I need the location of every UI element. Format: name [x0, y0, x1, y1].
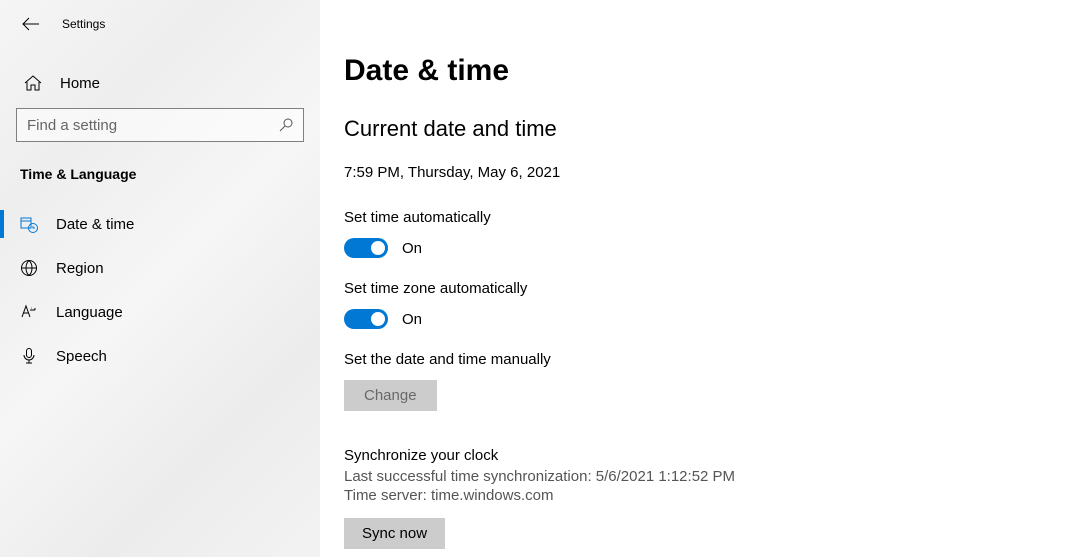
- sync-last: Last successful time synchronization: 5/…: [344, 468, 1092, 485]
- sync-now-button[interactable]: Sync now: [344, 518, 445, 549]
- page-title: Date & time: [344, 54, 1092, 88]
- manual-label: Set the date and time manually: [344, 351, 1092, 368]
- nav-item-region[interactable]: Region: [0, 246, 320, 290]
- auto-time-toggle[interactable]: [344, 238, 388, 258]
- titlebar: Settings: [0, 0, 320, 48]
- globe-icon: [20, 259, 38, 277]
- nav-item-speech[interactable]: Speech: [0, 334, 320, 378]
- auto-tz-toggle[interactable]: [344, 309, 388, 329]
- auto-tz-label: Set time zone automatically: [344, 280, 1092, 297]
- auto-time-label: Set time automatically: [344, 209, 1092, 226]
- home-icon: [24, 75, 42, 91]
- sidebar: Settings Home Find a setting Time & Lang…: [0, 0, 320, 557]
- back-icon[interactable]: [22, 17, 40, 31]
- auto-time-state: On: [402, 240, 422, 257]
- content: Date & time Current date and time 7:59 P…: [344, 54, 1092, 549]
- nav-list: Date & time Region Language: [0, 202, 320, 378]
- search-placeholder: Find a setting: [27, 117, 279, 134]
- current-datetime: 7:59 PM, Thursday, May 6, 2021: [344, 164, 1092, 181]
- window-title: Settings: [62, 17, 105, 31]
- change-button: Change: [344, 380, 437, 411]
- calendar-clock-icon: [20, 215, 38, 233]
- nav-label: Region: [56, 260, 104, 277]
- nav-label: Date & time: [56, 216, 134, 233]
- microphone-icon: [20, 347, 38, 365]
- home-label: Home: [60, 75, 100, 92]
- search-icon: [279, 118, 293, 132]
- category-title: Time & Language: [0, 166, 320, 182]
- nav-label: Language: [56, 304, 123, 321]
- search-input[interactable]: Find a setting: [16, 108, 304, 142]
- sync-server: Time server: time.windows.com: [344, 487, 1092, 504]
- section-current: Current date and time: [344, 116, 1092, 142]
- nav-label: Speech: [56, 348, 107, 365]
- auto-tz-state: On: [402, 311, 422, 328]
- nav-item-language[interactable]: Language: [0, 290, 320, 334]
- language-icon: [20, 303, 38, 321]
- sync-heading: Synchronize your clock: [344, 447, 1092, 464]
- home-button[interactable]: Home: [0, 64, 320, 102]
- nav-item-date-time[interactable]: Date & time: [0, 202, 320, 246]
